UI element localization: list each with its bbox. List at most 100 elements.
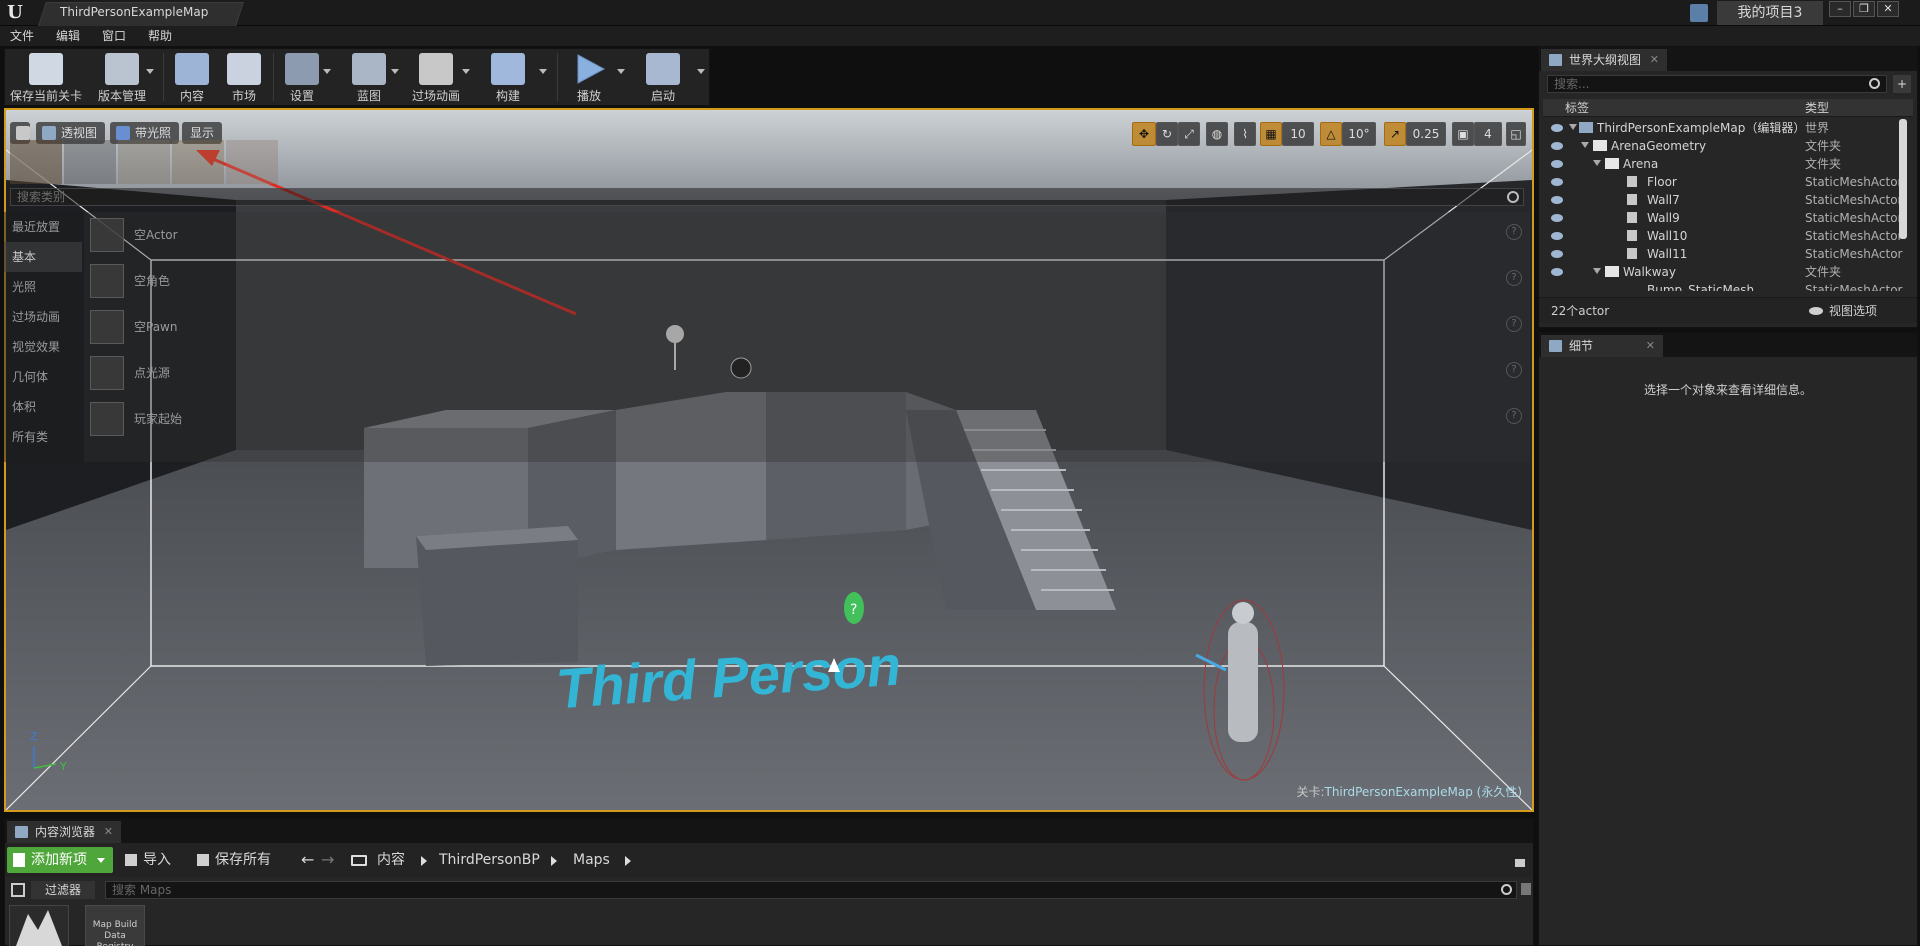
- help-icon[interactable]: ?: [1506, 362, 1522, 378]
- blueprints-button[interactable]: 蓝图: [341, 49, 397, 105]
- collapse-arrow-icon[interactable]: [1593, 160, 1601, 166]
- collapse-arrow-icon[interactable]: [1581, 142, 1589, 148]
- place-item[interactable]: 空Actor ?: [84, 212, 1530, 258]
- visibility-eye-icon[interactable]: [1551, 178, 1563, 186]
- visibility-eye-icon[interactable]: [1551, 214, 1563, 222]
- tab-content-browser[interactable]: 内容浏览器 ✕: [7, 821, 122, 843]
- play-button[interactable]: 播放: [561, 49, 617, 105]
- close-window-button[interactable]: ✕: [1877, 1, 1899, 17]
- breadcrumb-separator-icon[interactable]: [551, 856, 557, 866]
- help-icon[interactable]: ?: [1506, 224, 1522, 240]
- place-item[interactable]: 玩家起始 ?: [84, 396, 1530, 442]
- level-document-tab-label[interactable]: ThirdPersonExampleMap: [60, 5, 208, 19]
- visibility-eye-icon[interactable]: [1551, 124, 1563, 132]
- category-geometry[interactable]: 几何体: [4, 362, 82, 392]
- cinematics-button[interactable]: 过场动画: [405, 49, 467, 105]
- asset-map-build-data[interactable]: Map Build Data Registry: [85, 905, 145, 946]
- place-search-input[interactable]: 搜索类别: [10, 188, 1524, 206]
- outliner-search-input[interactable]: 搜索...: [1547, 75, 1887, 93]
- build-button[interactable]: 构建: [479, 49, 537, 105]
- outliner-row[interactable]: Bump_StaticMesh StaticMeshActor: [1543, 281, 1903, 291]
- breadcrumb-separator-icon[interactable]: [421, 856, 427, 866]
- visibility-eye-icon[interactable]: [1551, 142, 1563, 150]
- paint-mode-tab[interactable]: [64, 140, 116, 184]
- play-dropdown-icon[interactable]: [617, 69, 625, 74]
- column-type-header[interactable]: 类型: [1805, 99, 1829, 117]
- back-button[interactable]: ←: [301, 847, 314, 873]
- close-icon[interactable]: ✕: [1650, 49, 1659, 71]
- visibility-eye-icon[interactable]: [1551, 160, 1563, 168]
- settings-dropdown-icon[interactable]: [323, 69, 331, 74]
- place-item[interactable]: 空Pawn ?: [84, 304, 1530, 350]
- place-item[interactable]: 点光源 ?: [84, 350, 1530, 396]
- blueprints-dropdown-icon[interactable]: [391, 69, 399, 74]
- close-icon[interactable]: ✕: [1646, 335, 1655, 357]
- category-basic[interactable]: 基本: [4, 242, 82, 272]
- visibility-eye-icon[interactable]: [1551, 196, 1563, 204]
- column-label-header[interactable]: 标签: [1565, 99, 1589, 117]
- import-button[interactable]: 导入: [121, 847, 177, 873]
- landscape-mode-tab[interactable]: [118, 140, 170, 184]
- filters-button[interactable]: 过滤器: [31, 881, 96, 899]
- settings-button[interactable]: 设置: [277, 49, 327, 105]
- minimize-button[interactable]: –: [1829, 1, 1851, 17]
- outliner-row[interactable]: Wall7 StaticMeshActor: [1543, 191, 1903, 209]
- collapse-arrow-icon[interactable]: [1569, 124, 1577, 130]
- collapse-arrow-icon[interactable]: [1593, 268, 1601, 274]
- content-search-input[interactable]: 搜索 Maps: [105, 881, 1517, 899]
- geometry-mode-tab[interactable]: [226, 140, 278, 184]
- cinematics-dropdown-icon[interactable]: [462, 69, 470, 74]
- forward-button[interactable]: →: [321, 847, 334, 873]
- source-control-dropdown-icon[interactable]: [146, 69, 154, 74]
- outliner-row[interactable]: Walkway 文件夹: [1543, 263, 1903, 281]
- help-icon[interactable]: ?: [1506, 270, 1522, 286]
- breadcrumb-maps[interactable]: Maps: [573, 847, 610, 873]
- outliner-row[interactable]: Floor StaticMeshActor: [1543, 173, 1903, 191]
- content-button[interactable]: 内容: [167, 49, 217, 105]
- lock-icon[interactable]: [1513, 847, 1527, 873]
- help-icon[interactable]: ?: [1506, 316, 1522, 332]
- menu-edit[interactable]: 编辑: [45, 26, 91, 46]
- launch-button[interactable]: 启动: [633, 49, 693, 105]
- add-folder-button[interactable]: +: [1893, 75, 1911, 93]
- tab-details[interactable]: 细节 ✕: [1541, 335, 1664, 357]
- outliner-row[interactable]: ThirdPersonExampleMap（编辑器） 世界: [1543, 119, 1903, 137]
- marketplace-button[interactable]: 市场: [217, 49, 271, 105]
- launch-dropdown-icon[interactable]: [697, 69, 705, 74]
- build-dropdown-icon[interactable]: [539, 69, 547, 74]
- menu-window[interactable]: 窗口: [91, 26, 137, 46]
- save-current-level-button[interactable]: 保存当前关卡: [7, 49, 85, 105]
- source-control-button[interactable]: 版本管理: [87, 49, 157, 105]
- restore-button[interactable]: ❐: [1853, 1, 1875, 17]
- menu-file[interactable]: 文件: [0, 26, 45, 46]
- category-visual-effects[interactable]: 视觉效果: [4, 332, 82, 362]
- menu-help[interactable]: 帮助: [137, 26, 183, 46]
- place-item[interactable]: 空角色 ?: [84, 258, 1530, 304]
- visibility-eye-icon[interactable]: [1551, 232, 1563, 240]
- save-all-button[interactable]: 保存所有: [193, 847, 277, 873]
- breadcrumb-content[interactable]: 内容: [377, 847, 405, 873]
- outliner-row[interactable]: Arena 文件夹: [1543, 155, 1903, 173]
- add-new-button[interactable]: 添加新项: [7, 847, 114, 873]
- visibility-eye-icon[interactable]: [1551, 268, 1563, 276]
- save-search-icon[interactable]: [1521, 883, 1531, 895]
- category-all-classes[interactable]: 所有类: [4, 422, 82, 452]
- foliage-mode-tab[interactable]: [172, 140, 224, 184]
- place-mode-tab[interactable]: [10, 140, 62, 184]
- close-icon[interactable]: ✕: [104, 821, 113, 843]
- visibility-eye-icon[interactable]: [1551, 250, 1563, 258]
- tab-world-outliner[interactable]: 世界大纲视图 ✕: [1541, 49, 1668, 71]
- outliner-row[interactable]: Wall9 StaticMeshActor: [1543, 209, 1903, 227]
- help-icon[interactable]: ?: [1506, 408, 1522, 424]
- category-cinematic[interactable]: 过场动画: [4, 302, 82, 332]
- category-recent[interactable]: 最近放置: [4, 212, 82, 242]
- breadcrumb-separator-icon[interactable]: [625, 856, 631, 866]
- outliner-row[interactable]: Wall11 StaticMeshActor: [1543, 245, 1903, 263]
- view-options-button[interactable]: 视图选项: [1829, 298, 1877, 324]
- sources-toggle-icon[interactable]: [11, 883, 25, 897]
- outliner-scrollbar[interactable]: [1899, 119, 1907, 239]
- category-lights[interactable]: 光照: [4, 272, 82, 302]
- outliner-row[interactable]: ArenaGeometry 文件夹: [1543, 137, 1903, 155]
- category-volumes[interactable]: 体积: [4, 392, 82, 422]
- outliner-row[interactable]: Wall10 StaticMeshActor: [1543, 227, 1903, 245]
